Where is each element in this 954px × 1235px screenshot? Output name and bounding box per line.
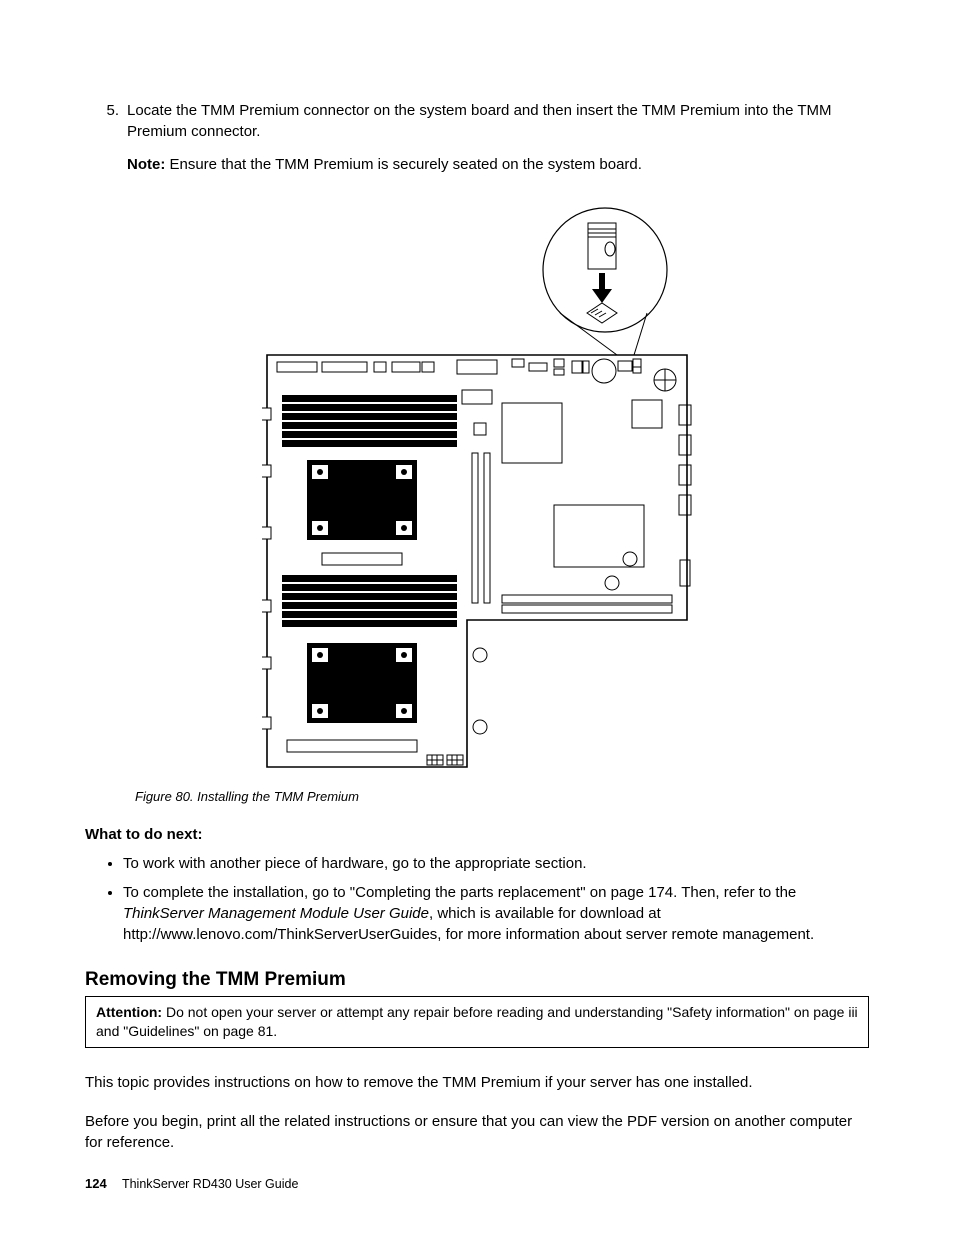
list-item-text: To work with another piece of hardware, … [123,855,587,872]
body-paragraph: This topic provides instructions on how … [85,1072,869,1093]
step-text: Locate the TMM Premium connector on the … [127,102,831,140]
attention-label: Attention: [96,1004,162,1020]
step-5: 5. Locate the TMM Premium connector on t… [85,100,869,175]
motherboard-diagram-icon [262,195,692,770]
page-number: 124 [85,1176,107,1191]
doc-title: ThinkServer RD430 User Guide [122,1177,298,1191]
document-page: 5. Locate the TMM Premium connector on t… [0,0,954,1235]
figure-caption: Figure 80. Installing the TMM Premium [135,788,869,806]
note-text: Ensure that the TMM Premium is securely … [165,156,642,173]
list-item-italic: ThinkServer Management Module User Guide [123,905,429,922]
step-body: Locate the TMM Premium connector on the … [127,100,869,175]
what-to-do-next-heading: What to do next: [85,824,869,845]
step-note: Note: Ensure that the TMM Premium is sec… [127,154,869,175]
list-item: To complete the installation, go to "Com… [123,882,869,945]
page-footer: 124 ThinkServer RD430 User Guide [85,1175,298,1194]
what-next-list: To work with another piece of hardware, … [85,853,869,945]
section-heading: Removing the TMM Premium [85,967,869,994]
note-label: Note: [127,156,165,173]
body-paragraph: Before you begin, print all the related … [85,1111,869,1153]
figure-80 [85,195,869,776]
list-item: To work with another piece of hardware, … [123,853,869,874]
step-number: 5. [85,100,127,175]
attention-text: Do not open your server or attempt any r… [96,1004,858,1039]
attention-box: Attention: Do not open your server or at… [85,996,869,1048]
list-item-prefix: To complete the installation, go to "Com… [123,884,796,901]
